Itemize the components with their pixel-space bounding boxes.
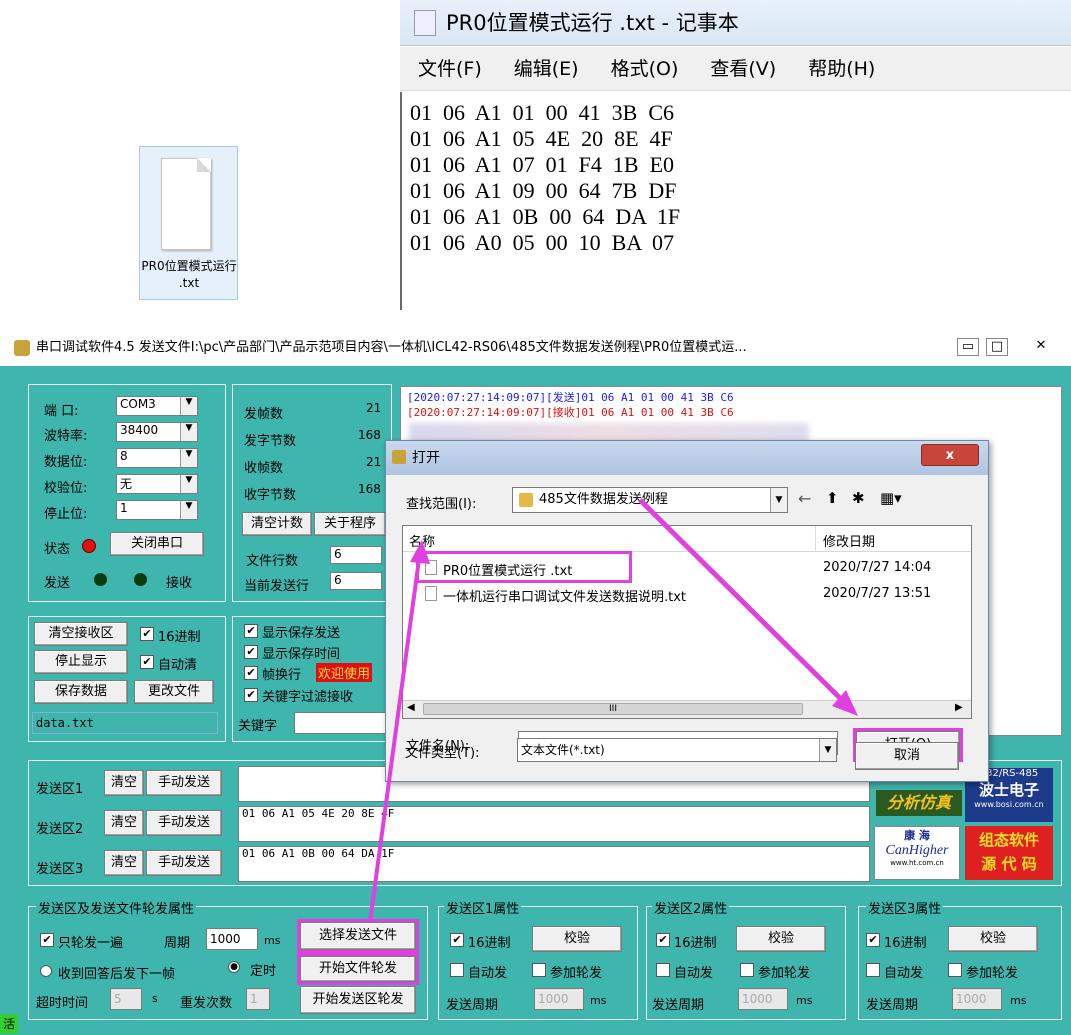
annotation-arrows <box>368 498 858 923</box>
arrow-file-to-open <box>638 498 858 716</box>
arrow-select-to-file <box>368 540 430 923</box>
